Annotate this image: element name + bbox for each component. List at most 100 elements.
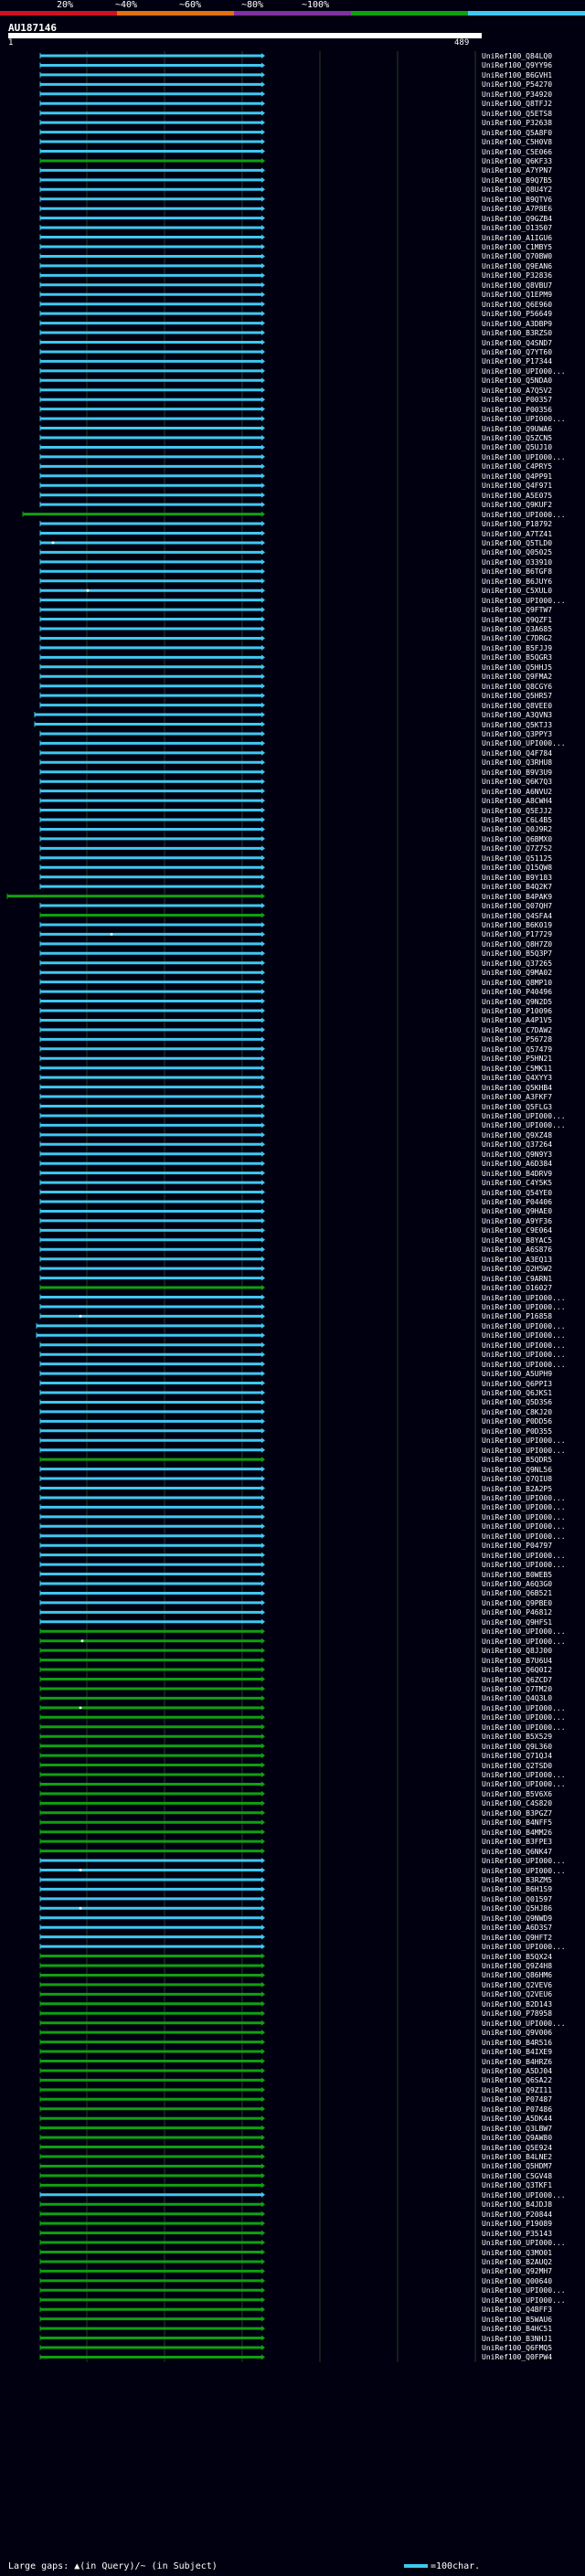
hit-id-link[interactable]: UniRef100_B5WAU6 xyxy=(482,2315,552,2325)
hit-id-link[interactable]: UniRef100_UPI000... xyxy=(482,414,566,424)
hit-id-link[interactable]: UniRef100_Q9GZB4 xyxy=(482,214,552,224)
hit-id-link[interactable]: UniRef100_UPI000... xyxy=(482,1779,566,1789)
hit-id-link[interactable]: UniRef100_Q07QH7 xyxy=(482,901,552,911)
hit-id-link[interactable]: UniRef100_B5QDR5 xyxy=(482,1455,552,1465)
hit-id-link[interactable]: UniRef100_Q9HAE0 xyxy=(482,1206,552,1216)
hit-id-link[interactable]: UniRef100_Q6K7Q3 xyxy=(482,777,552,787)
hit-id-link[interactable]: UniRef100_C5GV48 xyxy=(482,2171,552,2181)
hit-id-link[interactable]: UniRef100_P56728 xyxy=(482,1034,552,1044)
hit-id-link[interactable]: UniRef100_UPI000... xyxy=(482,1532,566,1542)
hit-id-link[interactable]: UniRef100_B4Q2K7 xyxy=(482,882,552,892)
hit-id-link[interactable]: UniRef100_C9ARN1 xyxy=(482,1274,552,1284)
hit-id-link[interactable]: UniRef100_A8CWH4 xyxy=(482,796,552,806)
hit-id-link[interactable]: UniRef100_C7DAW2 xyxy=(482,1025,552,1035)
hit-id-link[interactable]: UniRef100_UPI000... xyxy=(482,1560,566,1570)
hit-id-link[interactable]: UniRef100_UPI000... xyxy=(482,1551,566,1561)
hit-id-link[interactable]: UniRef100_Q4BFF3 xyxy=(482,2305,552,2315)
hit-id-link[interactable]: UniRef100_Q86HM6 xyxy=(482,1970,552,1980)
hit-id-link[interactable]: UniRef100_A5UPH9 xyxy=(482,1369,552,1379)
hit-id-link[interactable]: UniRef100_B4JDJ8 xyxy=(482,2200,552,2210)
hit-id-link[interactable]: UniRef100_UPI000... xyxy=(482,1330,566,1341)
hit-id-link[interactable]: UniRef100_Q5E924 xyxy=(482,2143,552,2153)
hit-id-link[interactable]: UniRef100_P00357 xyxy=(482,395,552,405)
hit-id-link[interactable]: UniRef100_B4IXE9 xyxy=(482,2047,552,2057)
hit-id-link[interactable]: UniRef100_UPI000... xyxy=(482,1321,566,1331)
hit-id-link[interactable]: UniRef100_Q84LQ0 xyxy=(482,51,552,61)
hit-id-link[interactable]: UniRef100_Q5TLD0 xyxy=(482,538,552,548)
hit-id-link[interactable]: UniRef100_B4HRZ6 xyxy=(482,2057,552,2067)
hit-id-link[interactable]: UniRef100_P46812 xyxy=(482,1607,552,1617)
hit-id-link[interactable]: UniRef100_Q3MO01 xyxy=(482,2248,552,2258)
hit-id-link[interactable]: UniRef100_O16027 xyxy=(482,1283,552,1293)
hit-id-link[interactable]: UniRef100_Q7QIU8 xyxy=(482,1474,552,1484)
hit-id-link[interactable]: UniRef100_UPI000... xyxy=(482,1446,566,1456)
hit-id-link[interactable]: UniRef100_Q6PPI3 xyxy=(482,1379,552,1389)
hit-id-link[interactable]: UniRef100_UPI000... xyxy=(482,2285,566,2295)
hit-id-link[interactable]: UniRef100_UPI000... xyxy=(482,1293,566,1303)
hit-id-link[interactable]: UniRef100_Q9HFT2 xyxy=(482,1933,552,1943)
hit-id-link[interactable]: UniRef100_C6L4B5 xyxy=(482,815,552,825)
hit-id-link[interactable]: UniRef100_Q5HR57 xyxy=(482,691,552,701)
hit-id-link[interactable]: UniRef100_A6D384 xyxy=(482,1159,552,1169)
hit-id-link[interactable]: UniRef100_UPI000... xyxy=(482,1302,566,1312)
hit-id-link[interactable]: UniRef100_Q9MA02 xyxy=(482,968,552,978)
hit-id-link[interactable]: UniRef100_B6GVH1 xyxy=(482,70,552,80)
hit-id-link[interactable]: UniRef100_Q8VEE0 xyxy=(482,701,552,711)
hit-id-link[interactable]: UniRef100_Q9AW80 xyxy=(482,2133,552,2143)
hit-id-link[interactable]: UniRef100_UPI000... xyxy=(482,1350,566,1360)
hit-id-link[interactable]: UniRef100_B3FPE3 xyxy=(482,1837,552,1847)
hit-id-link[interactable]: UniRef100_Q92MH7 xyxy=(482,2266,552,2276)
hit-id-link[interactable]: UniRef100_Q05025 xyxy=(482,547,552,557)
hit-id-link[interactable]: UniRef100_A4P1V5 xyxy=(482,1015,552,1025)
hit-id-link[interactable]: UniRef100_Q8VBU7 xyxy=(482,281,552,291)
hit-id-link[interactable]: UniRef100_B4DRV9 xyxy=(482,1169,552,1179)
hit-id-link[interactable]: UniRef100_Q15QW8 xyxy=(482,863,552,873)
hit-id-link[interactable]: UniRef100_Q54YE0 xyxy=(482,1188,552,1198)
hit-id-link[interactable]: UniRef100_Q9XZ48 xyxy=(482,1130,552,1140)
hit-id-link[interactable]: UniRef100_B3RZS0 xyxy=(482,328,552,338)
hit-id-link[interactable]: UniRef100_Q71QJ4 xyxy=(482,1751,552,1761)
hit-id-link[interactable]: UniRef100_B6K019 xyxy=(482,920,552,930)
hit-id-link[interactable]: UniRef100_Q9YY96 xyxy=(482,60,552,70)
hit-id-link[interactable]: UniRef100_P19089 xyxy=(482,2219,552,2229)
hit-id-link[interactable]: UniRef100_A5DJ04 xyxy=(482,2066,552,2076)
hit-id-link[interactable]: UniRef100_Q5KHB4 xyxy=(482,1083,552,1093)
hit-id-link[interactable]: UniRef100_Q4PP91 xyxy=(482,472,552,482)
hit-id-link[interactable]: UniRef100_P00356 xyxy=(482,405,552,415)
hit-id-link[interactable]: UniRef100_B4R516 xyxy=(482,2038,552,2048)
hit-id-link[interactable]: UniRef100_O13507 xyxy=(482,223,552,233)
hit-id-link[interactable]: UniRef100_Q9PBE0 xyxy=(482,1598,552,1608)
hit-id-link[interactable]: UniRef100_A5DK44 xyxy=(482,2114,552,2124)
hit-id-link[interactable]: UniRef100_P04797 xyxy=(482,1541,552,1551)
hit-id-link[interactable]: UniRef100_Q5EJJ2 xyxy=(482,806,552,816)
hit-id-link[interactable]: UniRef100_Q6NK47 xyxy=(482,1847,552,1857)
hit-id-link[interactable]: UniRef100_Q0J9R2 xyxy=(482,824,552,834)
hit-id-link[interactable]: UniRef100_Q8MP10 xyxy=(482,978,552,988)
hit-id-link[interactable]: UniRef100_Q01597 xyxy=(482,1894,552,1904)
hit-id-link[interactable]: UniRef100_B3RZM5 xyxy=(482,1875,552,1885)
hit-id-link[interactable]: UniRef100_A3FKF7 xyxy=(482,1092,552,1102)
hit-id-link[interactable]: UniRef100_B9Q7B5 xyxy=(482,175,552,186)
hit-id-link[interactable]: UniRef100_Q9FMA2 xyxy=(482,672,552,682)
hit-id-link[interactable]: UniRef100_C5MK11 xyxy=(482,1064,552,1074)
hit-id-link[interactable]: UniRef100_A7P8E6 xyxy=(482,204,552,214)
hit-id-link[interactable]: UniRef100_Q6Q0I2 xyxy=(482,1665,552,1675)
hit-id-link[interactable]: UniRef100_A6S876 xyxy=(482,1245,552,1255)
hit-id-link[interactable]: UniRef100_Q4Q3L0 xyxy=(482,1693,552,1703)
hit-id-link[interactable]: UniRef100_UPI000... xyxy=(482,2295,566,2306)
hit-id-link[interactable]: UniRef100_UPI000... xyxy=(482,1942,566,1952)
hit-id-link[interactable]: UniRef100_Q70BW0 xyxy=(482,251,552,261)
hit-id-link[interactable]: UniRef100_UPI000... xyxy=(482,2238,566,2248)
hit-id-link[interactable]: UniRef100_P56649 xyxy=(482,309,552,319)
hit-id-link[interactable]: UniRef100_P07487 xyxy=(482,2094,552,2104)
hit-id-link[interactable]: UniRef100_Q57479 xyxy=(482,1044,552,1055)
hit-id-link[interactable]: UniRef100_UPI000... xyxy=(482,1512,566,1522)
hit-id-link[interactable]: UniRef100_Q3PPY3 xyxy=(482,729,552,739)
hit-id-link[interactable]: UniRef100_A9YF36 xyxy=(482,1216,552,1226)
hit-id-link[interactable]: UniRef100_B2AUQ2 xyxy=(482,2257,552,2267)
hit-id-link[interactable]: UniRef100_P18792 xyxy=(482,519,552,529)
hit-id-link[interactable]: UniRef100_A6D3S7 xyxy=(482,1923,552,1933)
hit-id-link[interactable]: UniRef100_B4NFF5 xyxy=(482,1818,552,1828)
hit-id-link[interactable]: UniRef100_UPI000... xyxy=(482,1360,566,1370)
hit-id-link[interactable]: UniRef100_B5Q3P7 xyxy=(482,949,552,959)
